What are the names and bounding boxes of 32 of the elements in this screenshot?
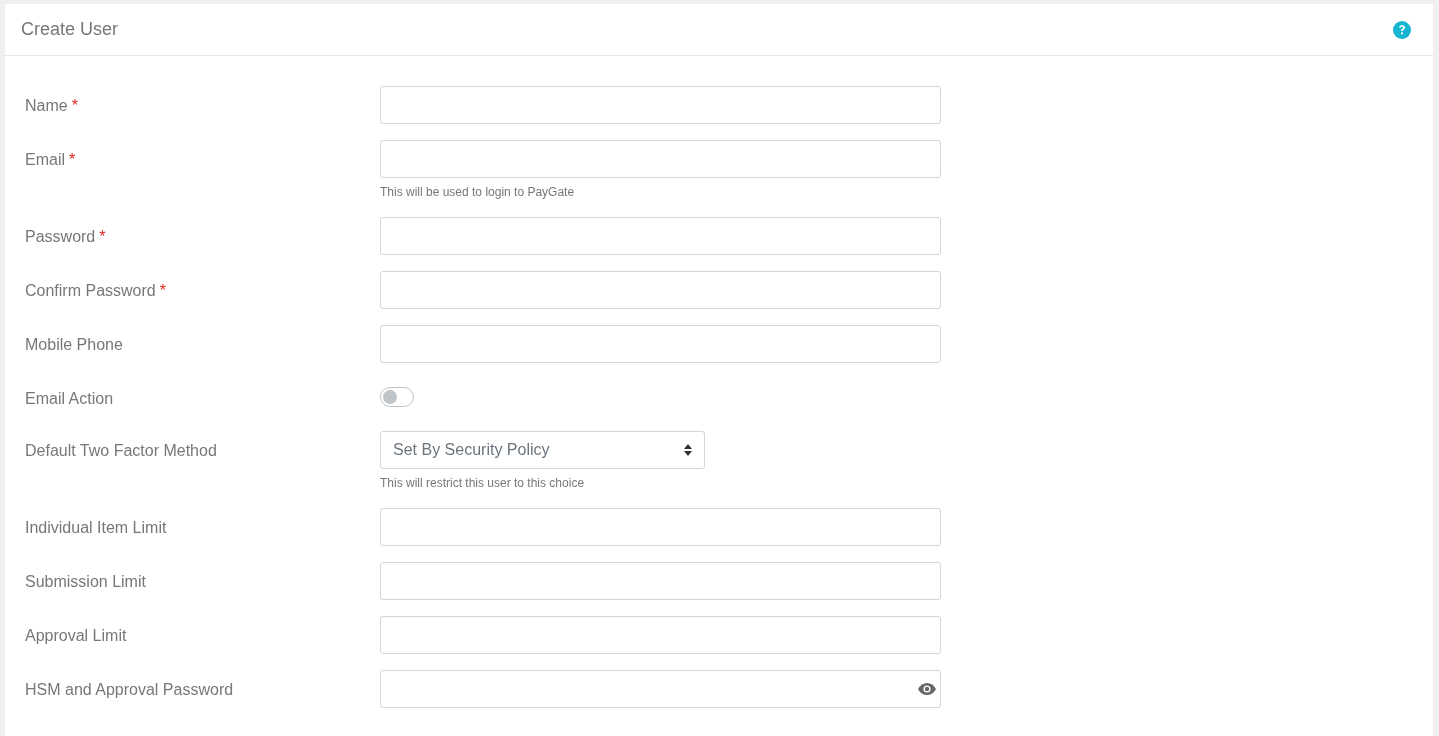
field-label: Password <box>25 227 96 247</box>
help-text: This will be used to login to PayGate <box>380 184 576 201</box>
eye-icon[interactable] <box>918 683 936 695</box>
text-field[interactable] <box>380 140 941 178</box>
field-label: Confirm Password <box>25 281 156 301</box>
text-field[interactable] <box>380 562 941 600</box>
field-label: Email Action <box>25 389 114 409</box>
password-field[interactable] <box>380 670 941 708</box>
required-asterisk: * <box>159 281 166 301</box>
field-label: Default Two Factor Method <box>25 441 217 461</box>
field-label: Mobile Phone <box>25 335 123 355</box>
required-asterisk: * <box>99 227 106 247</box>
field-label: Submission Limit <box>25 572 146 592</box>
select-dropdown[interactable]: Set By Security Policy <box>380 431 705 469</box>
field-label: Email <box>25 150 65 170</box>
help-icon[interactable] <box>1393 20 1411 39</box>
text-field[interactable] <box>380 508 941 546</box>
page-title: Create User <box>21 18 119 41</box>
field-label: Approval Limit <box>25 626 127 646</box>
toggle-switch[interactable] <box>380 387 414 407</box>
text-field[interactable] <box>380 271 941 309</box>
text-field[interactable] <box>380 325 941 363</box>
text-field[interactable] <box>380 217 941 255</box>
help-text: This will restrict this user to this choice <box>380 475 586 492</box>
field-label: HSM and Approval Password <box>25 680 234 700</box>
required-asterisk: * <box>71 96 78 116</box>
sort-caret-icon <box>684 444 692 456</box>
field-label: Name <box>25 96 68 116</box>
text-field[interactable] <box>380 616 941 654</box>
field-label: Individual Item Limit <box>25 518 167 538</box>
required-asterisk: * <box>69 150 76 170</box>
text-field[interactable] <box>380 86 941 124</box>
